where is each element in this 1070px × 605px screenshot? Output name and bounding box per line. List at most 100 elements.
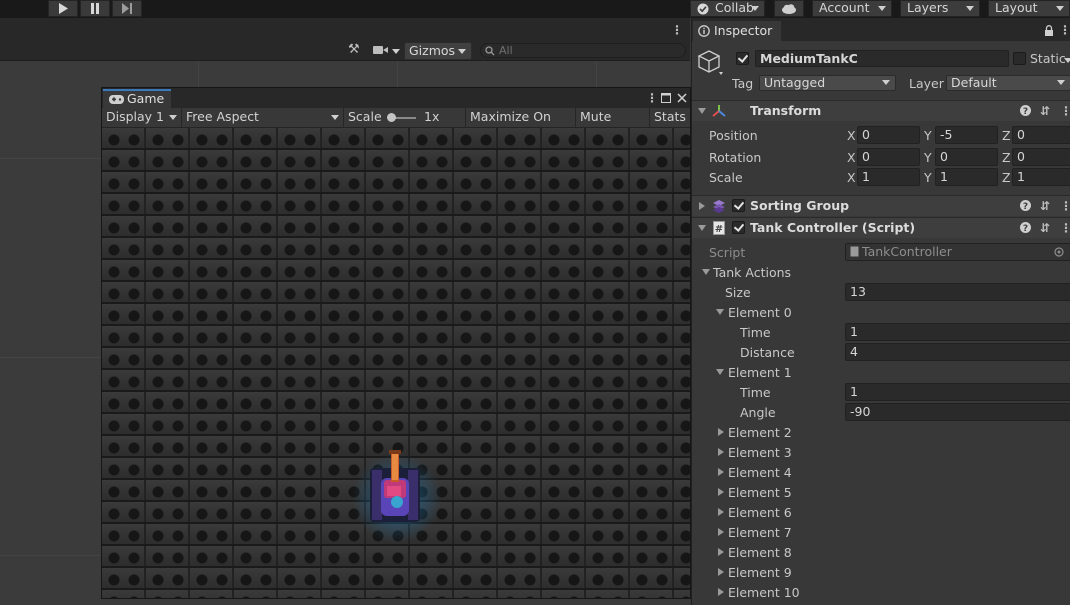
element-0-time-field[interactable]: 1 [845,323,1070,341]
rotation-z-field[interactable]: 0 [1012,148,1070,166]
element-9-label[interactable]: Element 9 [728,565,792,580]
more-options-icon[interactable]: ⋮ [1060,200,1070,212]
display-dropdown[interactable]: Display 1 [102,108,182,127]
object-name-field[interactable]: MediumTankC [755,50,1009,67]
camera-dropdown[interactable] [372,43,402,58]
aspect-label: Free Aspect [186,109,259,124]
object-picker-icon[interactable] [1054,247,1064,257]
element-0-label[interactable]: Element 0 [728,305,792,320]
scene-tab-strip [0,18,690,41]
position-z-axis: Z [1002,128,1011,143]
more-options-icon[interactable]: ⋮ [671,24,683,36]
expand-arrow-icon [698,225,706,231]
element-2-label[interactable]: Element 2 [728,425,792,440]
scale-slider-handle[interactable] [387,113,396,122]
tag-dropdown[interactable]: Untagged [759,75,896,91]
play-button[interactable] [48,0,78,17]
preset-icon[interactable]: ⇵ [1040,105,1050,117]
expand-arrow-icon[interactable] [716,369,724,375]
aspect-dropdown[interactable]: Free Aspect [182,108,344,127]
pause-button[interactable] [80,0,110,17]
search-placeholder: All [499,44,513,57]
expand-arrow-icon[interactable] [716,309,724,315]
mute-audio-toggle[interactable]: Mute Audio [576,108,650,142]
element-0-distance-field[interactable]: 4 [845,343,1070,361]
collapse-arrow-icon[interactable] [718,568,724,576]
gizmos-dropdown[interactable]: Gizmos [404,42,472,60]
chevron-down-icon[interactable] [1064,58,1070,63]
element-4-label[interactable]: Element 4 [728,465,792,480]
element-5-label[interactable]: Element 5 [728,485,792,500]
help-icon[interactable]: ? [1020,222,1031,233]
tank-controller-enabled-checkbox[interactable] [732,221,745,234]
collapse-arrow-icon[interactable] [718,428,724,436]
expand-arrow-icon [698,108,706,114]
transform-header[interactable]: Transform ? ⇵ ⋮ [692,100,1070,121]
step-button[interactable] [112,0,142,17]
scale-x-field[interactable]: 1 [857,168,920,186]
inspector-panel: Inspector ⋮ MediumTankC Static Tag Untag… [691,18,1070,605]
stats-toggle[interactable]: Stats [650,108,690,127]
element-1-label[interactable]: Element 1 [728,365,792,380]
expand-arrow-icon[interactable] [702,269,710,275]
more-options-icon[interactable]: ⋮ [646,92,658,104]
help-icon[interactable]: ? [1020,105,1031,116]
layers-dropdown[interactable]: Layers [900,0,980,17]
element-3-label[interactable]: Element 3 [728,445,792,460]
svg-text:?: ? [1023,107,1028,116]
preset-icon[interactable]: ⇵ [1040,222,1050,234]
scale-y-field[interactable]: 1 [935,168,998,186]
sorting-group-enabled-checkbox[interactable] [732,199,745,212]
scene-search-input[interactable]: All [480,43,686,58]
layer-dropdown[interactable]: Default [946,75,1070,91]
script-label: Script [709,245,746,260]
collapse-arrow-icon[interactable] [718,448,724,456]
tab-game[interactable]: Game [103,89,171,108]
object-active-checkbox[interactable] [736,52,749,65]
scale-y-value: 1 [940,169,948,184]
size-field[interactable]: 13 [845,283,1070,301]
collab-dropdown[interactable]: Collab [690,0,765,17]
scale-z-field[interactable]: 1 [1012,168,1070,186]
more-options-icon[interactable]: ⋮ [1060,222,1070,234]
element-1-time-field[interactable]: 1 [845,383,1070,401]
chevron-down-icon [169,115,177,120]
collapse-arrow-icon[interactable] [718,508,724,516]
preset-icon[interactable]: ⇵ [1040,200,1050,212]
element-1-angle-field[interactable]: -90 [845,403,1070,421]
more-options-icon[interactable]: ⋮ [1059,24,1070,36]
position-z-field[interactable]: 0 [1012,126,1070,144]
element-8-label[interactable]: Element 8 [728,545,792,560]
more-options-icon[interactable]: ⋮ [1060,105,1070,117]
collapse-arrow-icon[interactable] [718,528,724,536]
close-icon[interactable] [677,93,687,103]
collapse-arrow-icon[interactable] [718,588,724,596]
position-x-field[interactable]: 0 [857,126,920,144]
sorting-group-header[interactable]: Sorting Group ? ⇵ ⋮ [692,195,1070,216]
cloud-button[interactable] [774,0,804,17]
static-checkbox[interactable] [1013,52,1026,65]
tools-icon[interactable]: ⚒ [348,43,360,56]
tank-controller-header[interactable]: # Tank Controller (Script) ? ⇵ ⋮ [692,217,1070,238]
main-toolbar: Collab Account Layers Layout [0,0,1070,18]
maximize-on-play-toggle[interactable]: Maximize On Play [466,108,576,142]
maximize-icon[interactable] [661,93,671,103]
element-1-time-value: 1 [850,384,858,399]
game-viewport[interactable] [102,128,690,598]
rotation-x-field[interactable]: 0 [857,148,920,166]
collapse-arrow-icon[interactable] [718,488,724,496]
element-10-label[interactable]: Element 10 [728,585,800,600]
collapse-arrow-icon[interactable] [718,548,724,556]
position-y-field[interactable]: -5 [935,126,998,144]
rotation-y-field[interactable]: 0 [935,148,998,166]
account-dropdown[interactable]: Account [812,0,892,17]
info-icon [698,25,710,37]
lock-icon[interactable] [1044,25,1054,36]
element-7-label[interactable]: Element 7 [728,525,792,540]
collapse-arrow-icon[interactable] [718,468,724,476]
help-icon[interactable]: ? [1020,200,1031,211]
tab-inspector[interactable]: Inspector [693,21,781,41]
element-6-label[interactable]: Element 6 [728,505,792,520]
tank-actions-label[interactable]: Tank Actions [713,265,791,280]
layout-dropdown[interactable]: Layout [988,0,1070,17]
